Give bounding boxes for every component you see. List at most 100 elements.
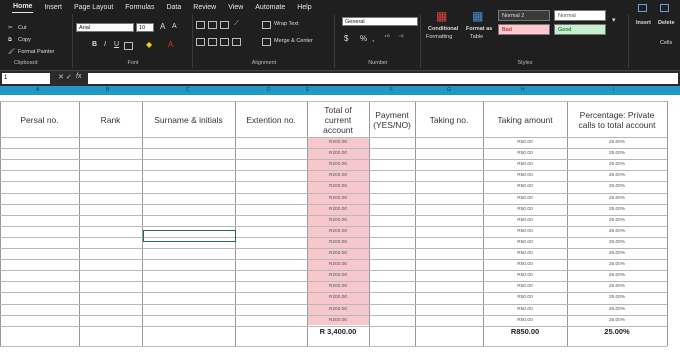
- total-account-cell[interactable]: R200.00: [307, 284, 369, 289]
- align-center-icon[interactable]: [208, 38, 217, 46]
- cut-icon[interactable]: ✂: [8, 25, 13, 31]
- taking-amount-cell[interactable]: R50.00: [483, 162, 567, 167]
- wrap-text-button[interactable]: Wrap Text: [274, 21, 299, 27]
- delete-button[interactable]: Delete: [658, 20, 675, 26]
- fill-color-icon[interactable]: ◆: [146, 40, 152, 49]
- formula-input[interactable]: [88, 73, 678, 84]
- orientation-icon[interactable]: ⟋: [234, 20, 239, 28]
- underline-button[interactable]: U: [114, 41, 119, 48]
- align-bottom-icon[interactable]: [220, 21, 229, 29]
- taking-amount-cell[interactable]: R50.00: [483, 295, 567, 300]
- total-account-cell[interactable]: R200.00: [307, 162, 369, 167]
- total-account-cell[interactable]: R200.00: [307, 173, 369, 178]
- function-icon[interactable]: fx: [76, 73, 81, 80]
- col-header-c[interactable]: C: [186, 86, 190, 95]
- wrap-text-icon[interactable]: [262, 21, 271, 29]
- borders-icon[interactable]: [124, 42, 133, 50]
- tab-insert[interactable]: Insert: [43, 2, 63, 13]
- tab-home[interactable]: Home: [12, 1, 34, 13]
- percentage-cell[interactable]: 25.00%: [567, 173, 667, 178]
- align-left-icon[interactable]: [196, 38, 205, 46]
- total-account-cell[interactable]: R200.00: [307, 318, 369, 323]
- format-as-table-icon[interactable]: ▦: [472, 9, 483, 23]
- spreadsheet-grid[interactable]: Persal no. Rank Surname & initials Exten…: [0, 95, 680, 356]
- decrease-decimal-icon[interactable]: ⁻⁰: [398, 34, 404, 41]
- tab-view[interactable]: View: [227, 2, 244, 13]
- insert-button[interactable]: Insert: [636, 20, 651, 26]
- total-account-cell[interactable]: R200.00: [307, 251, 369, 256]
- copy-icon[interactable]: ⧉: [8, 37, 12, 44]
- col-header-h[interactable]: H: [521, 86, 525, 95]
- style-bad[interactable]: Bad: [498, 24, 550, 35]
- col-header-i[interactable]: I: [613, 86, 614, 95]
- taking-amount-cell[interactable]: R50.00: [483, 207, 567, 212]
- header-taking-no[interactable]: Taking no.: [415, 103, 483, 137]
- tab-formulas[interactable]: Formulas: [124, 2, 155, 13]
- taking-amount-cell[interactable]: R50.00: [483, 184, 567, 189]
- taking-amount-cell[interactable]: R50.00: [483, 262, 567, 267]
- percentage-cell[interactable]: 25.00%: [567, 284, 667, 289]
- tab-page-layout[interactable]: Page Layout: [73, 2, 114, 13]
- italic-button[interactable]: I: [104, 41, 106, 48]
- col-header-b[interactable]: B: [106, 86, 109, 95]
- percentage-cell[interactable]: 25.00%: [567, 318, 667, 323]
- percentage-cell[interactable]: 25.00%: [567, 184, 667, 189]
- percentage-cell[interactable]: 25.00%: [567, 196, 667, 201]
- style-normal2[interactable]: Normal 2: [498, 10, 550, 21]
- merge-center-button[interactable]: Merge & Center: [274, 38, 313, 44]
- taking-amount-cell[interactable]: R50.00: [483, 318, 567, 323]
- taking-amount-cell[interactable]: R50.00: [483, 229, 567, 234]
- format-as-table-sub[interactable]: Table: [470, 34, 483, 40]
- percentage-cell[interactable]: 25.00%: [567, 307, 667, 312]
- tab-automate[interactable]: Automate: [254, 2, 286, 13]
- percentage-cell[interactable]: 25.00%: [567, 240, 667, 245]
- col-header-f[interactable]: F: [390, 86, 393, 95]
- align-middle-icon[interactable]: [208, 21, 217, 29]
- taking-amount-cell[interactable]: R50.00: [483, 273, 567, 278]
- insert-cells-icon[interactable]: [638, 4, 647, 12]
- copy-button[interactable]: Copy: [18, 37, 31, 43]
- format-painter-icon[interactable]: 🖌: [8, 49, 15, 55]
- total-account-cell[interactable]: R200.00: [307, 273, 369, 278]
- shrink-font-button[interactable]: A: [172, 23, 177, 30]
- col-header-g[interactable]: G: [447, 86, 451, 95]
- cut-button[interactable]: Cut: [18, 25, 27, 31]
- delete-cells-icon[interactable]: [660, 4, 669, 12]
- number-format-select[interactable]: General: [342, 17, 418, 26]
- grow-font-button[interactable]: A: [160, 22, 165, 31]
- header-total[interactable]: Total of current account: [307, 103, 369, 137]
- total-account-cell[interactable]: R200.00: [307, 262, 369, 267]
- total-account-cell[interactable]: R200.00: [307, 151, 369, 156]
- bold-button[interactable]: B: [92, 41, 97, 48]
- percentage-cell[interactable]: 25.00%: [567, 251, 667, 256]
- taking-amount-cell[interactable]: R50.00: [483, 218, 567, 223]
- align-right-icon[interactable]: [220, 38, 229, 46]
- conditional-formatting-button[interactable]: Conditional: [428, 26, 458, 32]
- conditional-formatting-sub[interactable]: Formatting: [426, 34, 452, 40]
- total-account-cell[interactable]: R200.00: [307, 295, 369, 300]
- conditional-formatting-icon[interactable]: ▦: [436, 9, 447, 23]
- percentage-cell[interactable]: 25.00%: [567, 218, 667, 223]
- total-account-cell[interactable]: R200.00: [307, 140, 369, 145]
- format-painter-button[interactable]: Format Painter: [18, 49, 54, 55]
- comma-button[interactable]: ,: [372, 34, 374, 43]
- styles-more-icon[interactable]: ▾: [612, 16, 616, 24]
- tab-data[interactable]: Data: [165, 2, 182, 13]
- total-account-cell[interactable]: R200.00: [307, 218, 369, 223]
- style-good[interactable]: Good: [554, 24, 606, 35]
- total-account-cell[interactable]: R200.00: [307, 184, 369, 189]
- percentage-cell[interactable]: 25.00%: [567, 229, 667, 234]
- total-account-cell[interactable]: R200.00: [307, 196, 369, 201]
- percentage-cell[interactable]: 25.00%: [567, 207, 667, 212]
- name-box[interactable]: 1: [2, 73, 50, 84]
- col-header-e[interactable]: E: [306, 86, 309, 95]
- cancel-icon[interactable]: ✕: [58, 73, 64, 81]
- taking-amount-cell[interactable]: R50.00: [483, 151, 567, 156]
- font-name-select[interactable]: Arial: [76, 23, 134, 32]
- total-account-cell[interactable]: R200.00: [307, 307, 369, 312]
- tab-help[interactable]: Help: [296, 2, 312, 13]
- selected-cell[interactable]: [143, 230, 236, 242]
- style-normal[interactable]: Normal: [554, 10, 606, 21]
- merge-icon[interactable]: [262, 38, 271, 46]
- font-size-select[interactable]: 10: [136, 23, 154, 32]
